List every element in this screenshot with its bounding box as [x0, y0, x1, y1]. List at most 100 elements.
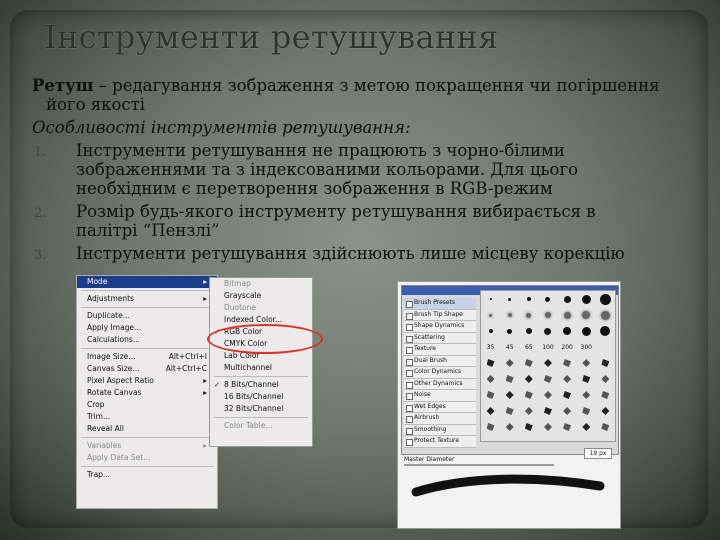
- menu-item-apply-data-set[interactable]: Apply Data Set...: [77, 452, 217, 464]
- mode-16-bits[interactable]: 16 Bits/Channel: [210, 391, 312, 403]
- brush-tip[interactable]: [505, 391, 514, 399]
- brush-tip[interactable]: [563, 327, 572, 335]
- brush-tip[interactable]: [563, 391, 572, 399]
- brush-tip[interactable]: [581, 294, 591, 304]
- brush-tip[interactable]: [544, 312, 551, 318]
- mode-8-bits[interactable]: ✓ 8 Bits/Channel: [210, 379, 312, 391]
- brush-tip[interactable]: [489, 313, 493, 317]
- menu-item-crop[interactable]: Crop: [77, 399, 217, 411]
- brush-tip[interactable]: [526, 297, 531, 301]
- brush-option[interactable]: Brush Tip Shape: [404, 309, 476, 321]
- menu-item-mode[interactable]: Mode ▸: [77, 276, 217, 288]
- brush-tip[interactable]: [601, 407, 610, 415]
- brush-tip[interactable]: [488, 329, 493, 333]
- brush-tip[interactable]: [524, 375, 533, 383]
- brush-tip[interactable]: [489, 298, 492, 300]
- brush-tip[interactable]: [505, 423, 514, 431]
- brush-tip[interactable]: [582, 359, 591, 367]
- brush-tip[interactable]: [599, 293, 611, 305]
- brush-tip[interactable]: [601, 375, 610, 383]
- menu-item-duplicate[interactable]: Duplicate...: [77, 310, 217, 322]
- menu-item-variables[interactable]: Variables ▸: [77, 440, 217, 452]
- list-text: зображеннями та з індексованими кольорам…: [76, 160, 579, 179]
- brush-tip[interactable]: [526, 312, 532, 318]
- brush-tip[interactable]: [507, 313, 512, 317]
- brush-tip[interactable]: [601, 423, 610, 431]
- brush-tip[interactable]: [507, 328, 513, 334]
- brush-tip[interactable]: [582, 375, 591, 383]
- brush-tip[interactable]: [563, 311, 571, 319]
- brush-tip[interactable]: [582, 423, 591, 431]
- brush-tip[interactable]: [563, 407, 572, 415]
- mode-multichannel[interactable]: Multichannel: [210, 362, 312, 374]
- brush-tip[interactable]: [563, 295, 571, 303]
- brush-tip[interactable]: [524, 391, 533, 399]
- menu-item-pixel-aspect[interactable]: Pixel Aspect Ratio ▸: [77, 375, 217, 387]
- brush-tip[interactable]: [486, 407, 495, 415]
- list-number: 2.: [34, 206, 47, 221]
- menu-item-canvas-size[interactable]: Canvas Size... Alt+Ctrl+C: [77, 363, 217, 375]
- menu-item-adjustments[interactable]: Adjustments ▸: [77, 293, 217, 305]
- brush-tip[interactable]: [524, 407, 533, 415]
- brush-tip[interactable]: [582, 407, 591, 415]
- mode-duotone[interactable]: Duotone: [210, 302, 312, 314]
- brush-tip[interactable]: [563, 359, 572, 367]
- mode-color-table[interactable]: Color Table...: [210, 420, 312, 432]
- brush-tip[interactable]: [486, 359, 495, 367]
- brush-tip[interactable]: [601, 359, 610, 367]
- brush-tip[interactable]: [543, 423, 552, 431]
- brush-option[interactable]: Dual Brush: [404, 355, 476, 367]
- brush-tip[interactable]: [543, 359, 552, 367]
- brush-option[interactable]: Texture: [404, 344, 476, 356]
- brush-option[interactable]: Protect Texture: [404, 436, 476, 448]
- brush-option[interactable]: Brush Presets: [404, 298, 476, 310]
- list-text: Розмір будь-якого інструменту ретушуванн…: [76, 202, 596, 221]
- brush-tip[interactable]: [505, 359, 514, 367]
- mode-bitmap[interactable]: Bitmap: [210, 278, 312, 290]
- menu-item-calculations[interactable]: Calculations...: [77, 334, 217, 346]
- brush-tip[interactable]: [563, 375, 572, 383]
- brushes-panel: Brush Presets Brush Tip Shape Shape Dyna…: [401, 285, 619, 455]
- master-diameter-slider[interactable]: [404, 464, 554, 466]
- brush-tip[interactable]: [505, 375, 514, 383]
- brushes-palette: Brush Presets Brush Tip Shape Shape Dyna…: [397, 281, 621, 529]
- menu-item-apply-image[interactable]: Apply Image...: [77, 322, 217, 334]
- menu-item-trap[interactable]: Trap...: [77, 469, 217, 481]
- brush-option[interactable]: Smoothing: [404, 424, 476, 436]
- brush-tip[interactable]: [486, 423, 495, 431]
- brush-tip[interactable]: [581, 326, 591, 336]
- master-diameter-field[interactable]: 19 px: [584, 448, 612, 459]
- brush-tip[interactable]: [543, 375, 552, 383]
- mode-32-bits[interactable]: 32 Bits/Channel: [210, 403, 312, 415]
- brush-tip[interactable]: [600, 310, 610, 320]
- mode-grayscale[interactable]: Grayscale: [210, 290, 312, 302]
- brush-tip[interactable]: [508, 297, 512, 301]
- menu-item-trim[interactable]: Trim...: [77, 411, 217, 423]
- brush-option[interactable]: Shape Dynamics: [404, 321, 476, 333]
- brush-tip[interactable]: [524, 359, 533, 367]
- brush-tip[interactable]: [582, 391, 591, 399]
- brush-tip[interactable]: [524, 423, 533, 431]
- brush-option[interactable]: Other Dynamics: [404, 378, 476, 390]
- brush-tip[interactable]: [563, 423, 572, 431]
- brush-tip[interactable]: [543, 407, 552, 415]
- brush-tip[interactable]: [525, 328, 532, 334]
- brush-tip[interactable]: [543, 391, 552, 399]
- brush-tip[interactable]: [600, 326, 611, 336]
- brush-tip[interactable]: [486, 375, 495, 383]
- brush-option[interactable]: Wet Edges: [404, 401, 476, 413]
- brush-tip[interactable]: [601, 391, 610, 399]
- brush-option[interactable]: Color Dynamics: [404, 367, 476, 379]
- brush-option[interactable]: Airbrush: [404, 413, 476, 425]
- brush-tip[interactable]: [545, 296, 551, 302]
- brush-tip[interactable]: [544, 327, 552, 335]
- brush-tip[interactable]: [505, 407, 514, 415]
- menu-item-image-size[interactable]: Image Size... Alt+Ctrl+I: [77, 351, 217, 363]
- brush-option[interactable]: Scattering: [404, 332, 476, 344]
- brush-option[interactable]: Noise: [404, 390, 476, 402]
- brush-size-label: 300: [580, 343, 592, 351]
- menu-item-reveal-all[interactable]: Reveal All: [77, 423, 217, 435]
- menu-item-rotate-canvas[interactable]: Rotate Canvas ▸: [77, 387, 217, 399]
- brush-tip[interactable]: [486, 391, 495, 399]
- brush-tip[interactable]: [582, 311, 591, 319]
